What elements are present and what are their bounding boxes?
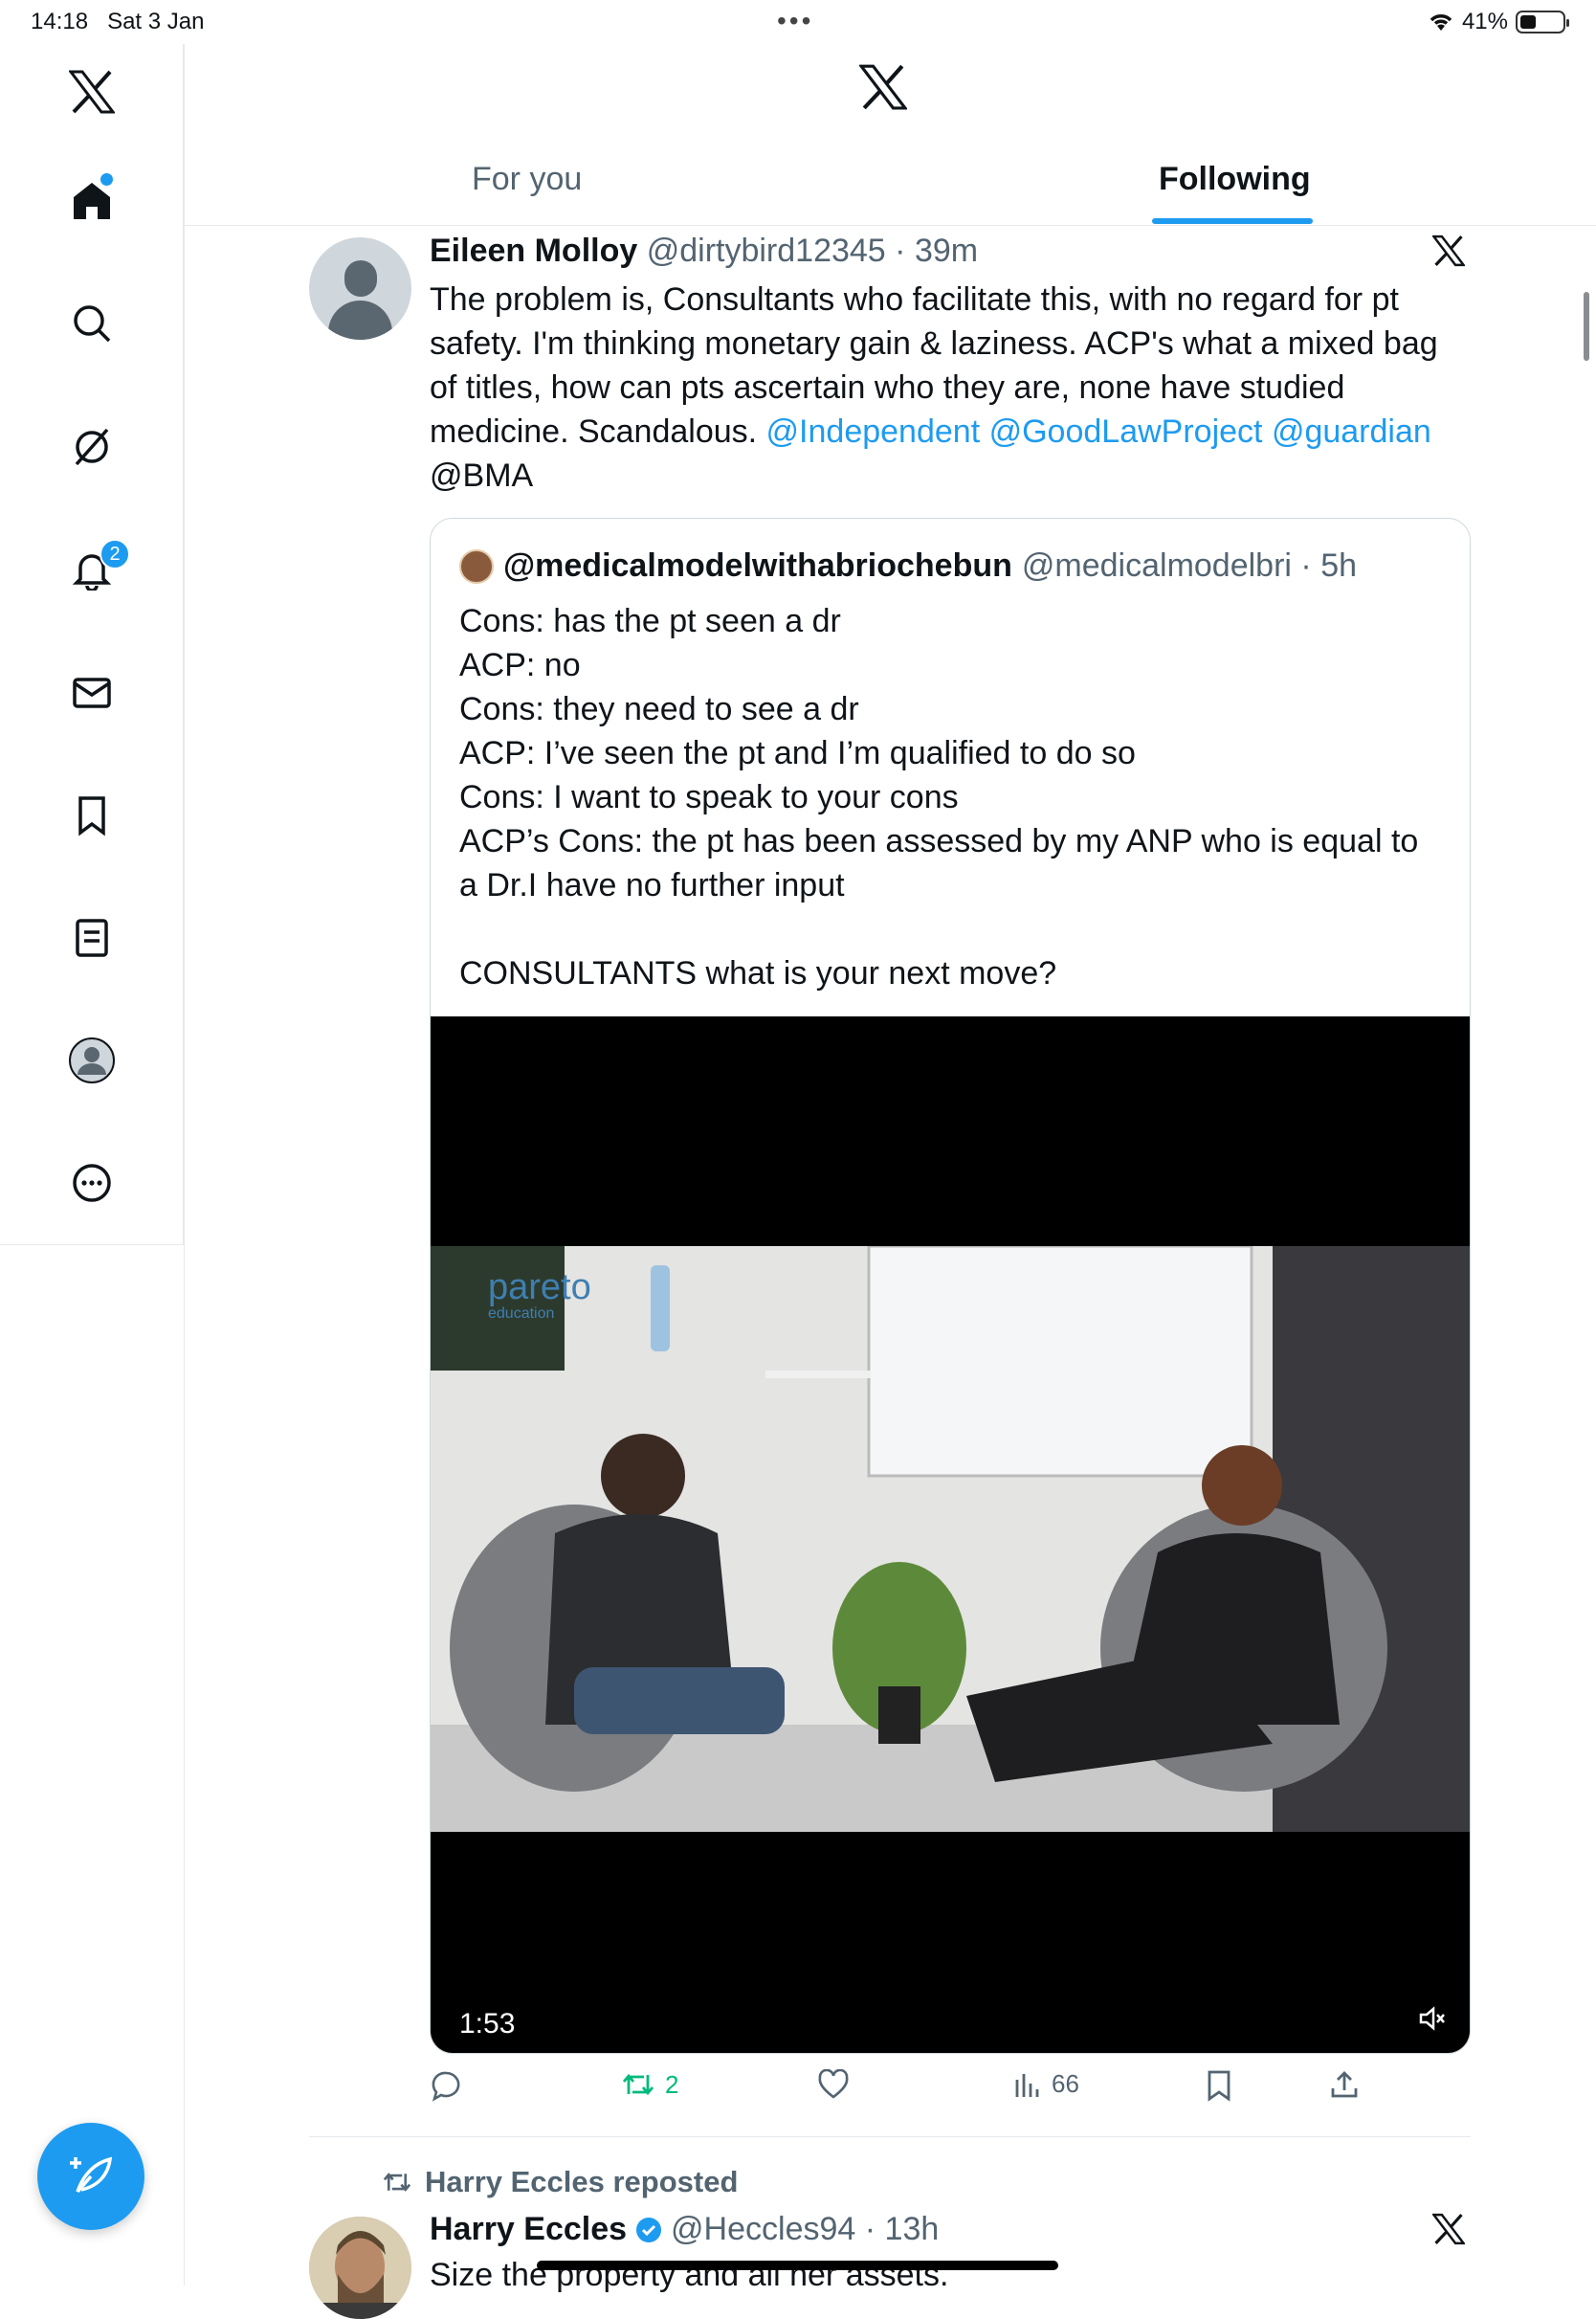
mention-goodlawproject[interactable]: @GoodLawProject [989,413,1263,450]
next-tweet-header: Harry Eccles @Heccles94 · 13h [430,2211,940,2248]
bookmarks-icon[interactable] [63,787,121,844]
repost-count: 2 [665,2069,679,2099]
tab-active-indicator [1152,218,1313,224]
video-player[interactable]: pareto education 1:53 [431,1016,1470,2053]
sidebar-divider [184,44,185,2286]
status-time: 14:18 Sat 3 Jan [31,9,205,34]
quoted-line: CONSULTANTS what is your next move? [459,955,1057,992]
video-watermark-sub: education [488,1305,555,1322]
home-indicator[interactable] [537,2261,1058,2270]
status-right: 41% [1428,9,1569,35]
status-bar: 14:18 Sat 3 Jan ••• 41% [0,0,1596,44]
home-unread-dot [100,173,113,186]
messages-envelope-icon[interactable] [63,664,121,722]
tweet-time[interactable]: 39m [915,233,978,269]
quoted-author-avatar[interactable] [459,548,494,584]
multitasking-dots[interactable]: ••• [777,6,813,36]
tweet-text: The problem is, Consultants who facilita… [430,278,1453,498]
tweet-header: Eileen Molloy @dirtybird12345 · 39m [430,233,979,269]
tweet-actions: 2 66 [430,2069,1471,2111]
tweet-author-avatar[interactable] [309,237,411,340]
views-chart-icon [1015,2073,1039,2097]
search-icon[interactable] [63,295,121,352]
next-tweet-x-icon[interactable] [1430,2213,1467,2250]
repost-icon [383,2173,411,2192]
quoted-line: ACP: I’ve seen the pt and I’m qualified … [459,735,1136,771]
tweet-author-name[interactable]: Eileen Molloy [430,233,637,269]
tweet-separator [309,2136,1471,2137]
reply-icon [432,2071,460,2102]
grok-icon[interactable] [63,418,121,476]
quoted-line: Cons: I want to speak to your cons [459,779,959,815]
quoted-tweet-text: Cons: has the pt seen a dr ACP: no Cons:… [459,599,1445,995]
like-button[interactable] [817,2069,850,2100]
compose-feather-icon [70,2156,113,2194]
mention-guardian[interactable]: @guardian [1272,413,1431,450]
battery-percent: 41% [1461,9,1508,34]
quoted-line: ACP’s Cons: the pt has been assessed by … [459,823,1428,903]
video-scene-image [431,1246,1470,1832]
bookmark-button[interactable] [1205,2069,1233,2102]
lists-icon[interactable] [63,909,121,967]
reposted-by-label: Harry Eccles reposted [425,2165,739,2198]
reply-button[interactable] [430,2069,462,2102]
battery-icon [1516,11,1569,33]
quoted-tweet[interactable]: @medicalmodelwithabriochebun @medicalmod… [430,518,1471,2054]
header-x-logo-icon[interactable] [857,63,909,116]
next-tweet-author-avatar[interactable] [309,2217,411,2319]
quoted-author-handle[interactable]: @medicalmodelbri [1022,547,1292,584]
repost-icon [622,2073,654,2096]
quoted-line: Cons: they need to see a dr [459,691,859,727]
video-duration: 1:53 [459,2008,516,2040]
verified-badge-icon [636,2217,662,2242]
quoted-author-name[interactable]: @medicalmodelwithabriochebun [503,547,1012,585]
quoted-tweet-time[interactable]: 5h [1320,547,1357,584]
tweet-author-handle[interactable]: @dirtybird12345 [647,233,886,269]
share-button[interactable] [1329,2069,1360,2100]
wifi-icon [1430,14,1452,31]
quoted-line: ACP: no [459,647,581,683]
x-logo-icon[interactable] [63,63,121,121]
more-icon[interactable] [63,1154,121,1212]
next-tweet-time[interactable]: 13h [885,2211,940,2247]
tab-following[interactable]: Following [1159,161,1311,198]
quoted-tweet-header: @medicalmodelwithabriochebun @medicalmod… [459,547,1357,585]
mention-independent[interactable]: @Independent [766,413,981,450]
compose-post-button[interactable] [37,2123,144,2230]
bookmark-icon [1208,2070,1230,2102]
mute-icon[interactable] [1418,2004,1447,2038]
next-tweet-author-handle[interactable]: @Heccles94 [671,2211,855,2247]
quoted-line: Cons: has the pt seen a dr [459,603,841,639]
repost-context[interactable]: Harry Eccles reposted [381,2165,738,2199]
views-button[interactable]: 66 [1013,2069,1079,2099]
share-upload-icon [1331,2071,1358,2098]
timeline-tabs: For you Following [185,144,1596,226]
quoted-line [459,907,1445,951]
next-tweet-author-name[interactable]: Harry Eccles [430,2211,627,2248]
video-frame[interactable]: pareto education [431,1246,1470,1832]
notifications-badge: 2 [100,539,130,569]
heart-icon [818,2069,849,2099]
tab-for-you[interactable]: For you [472,161,582,198]
profile-avatar-icon[interactable] [63,1032,121,1089]
tweet-x-icon[interactable] [1430,234,1467,272]
scrollbar-thumb[interactable] [1584,292,1589,361]
repost-button[interactable]: 2 [621,2069,678,2100]
video-watermark: pareto [488,1267,591,1307]
tweet-body-end: @BMA [430,457,534,494]
views-count: 66 [1052,2069,1079,2098]
